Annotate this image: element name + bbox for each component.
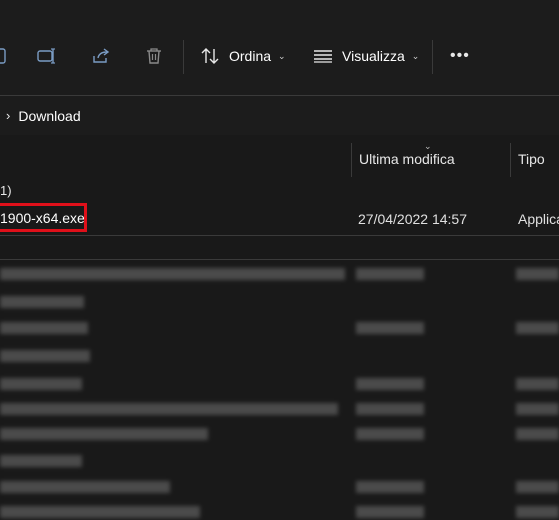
breadcrumb-separator: › [6, 108, 11, 123]
blurred-text [0, 322, 88, 334]
command-bar: Ordina ⌄ Visualizza ⌄ ••• [0, 0, 559, 95]
blurred-text [516, 403, 559, 415]
list-view-icon [314, 49, 332, 63]
blurred-text [356, 403, 424, 415]
copy-icon [0, 47, 8, 65]
sort-label: Ordina [229, 48, 272, 64]
chevron-down-icon: ⌄ [411, 50, 420, 61]
view-label: Visualizza [342, 48, 405, 64]
column-divider[interactable] [510, 143, 511, 177]
column-divider[interactable] [351, 143, 352, 177]
column-header-type[interactable]: Tipo [518, 151, 545, 167]
blurred-text [516, 506, 559, 518]
blurred-file-list [0, 260, 559, 520]
file-modified: 27/04/2022 14:57 [358, 211, 467, 227]
blurred-text [356, 268, 424, 280]
file-type: Applica [518, 211, 559, 227]
blurred-text [516, 378, 559, 390]
trash-icon [145, 47, 163, 65]
toolbar-divider [183, 40, 184, 74]
blurred-text [356, 322, 424, 334]
copy-button[interactable] [0, 40, 8, 72]
highlight-box [0, 203, 87, 232]
share-button[interactable] [91, 40, 111, 72]
blurred-text [0, 296, 84, 308]
blurred-text [0, 455, 82, 467]
address-bar[interactable]: › Download [0, 95, 559, 136]
delete-button[interactable] [145, 40, 163, 72]
blurred-text [0, 378, 82, 390]
blurred-text [0, 403, 338, 415]
blurred-text [0, 268, 345, 280]
rename-icon [37, 47, 57, 65]
blurred-text [516, 428, 559, 440]
blurred-text [0, 506, 200, 518]
sort-button[interactable]: Ordina ⌄ [201, 40, 286, 72]
chevron-down-icon: ⌄ [278, 50, 286, 61]
blurred-text [0, 350, 90, 362]
blurred-text [516, 268, 559, 280]
column-header-modified[interactable]: Ultima modifica [359, 151, 455, 167]
view-button[interactable]: Visualizza ⌄ [314, 40, 419, 72]
blurred-text [356, 506, 424, 518]
group-header-label: 1) [0, 183, 12, 198]
blurred-text [356, 378, 424, 390]
blurred-text [356, 428, 424, 440]
blurred-text [516, 481, 559, 493]
blurred-text [356, 481, 424, 493]
toolbar-divider [432, 40, 433, 74]
sort-indicator-icon: ⌄ [424, 141, 432, 151]
share-icon [91, 47, 111, 65]
blurred-text [516, 322, 559, 334]
more-options-button[interactable]: ••• [450, 40, 470, 72]
blurred-text [0, 428, 208, 440]
more-icon: ••• [450, 47, 470, 64]
column-headers: Ultima modifica Tipo [0, 135, 559, 191]
sort-icon [201, 47, 219, 65]
rename-button[interactable] [37, 40, 57, 72]
breadcrumb-download[interactable]: Download [18, 108, 80, 124]
group-header[interactable]: 1) [0, 183, 12, 198]
blurred-text [0, 481, 170, 493]
